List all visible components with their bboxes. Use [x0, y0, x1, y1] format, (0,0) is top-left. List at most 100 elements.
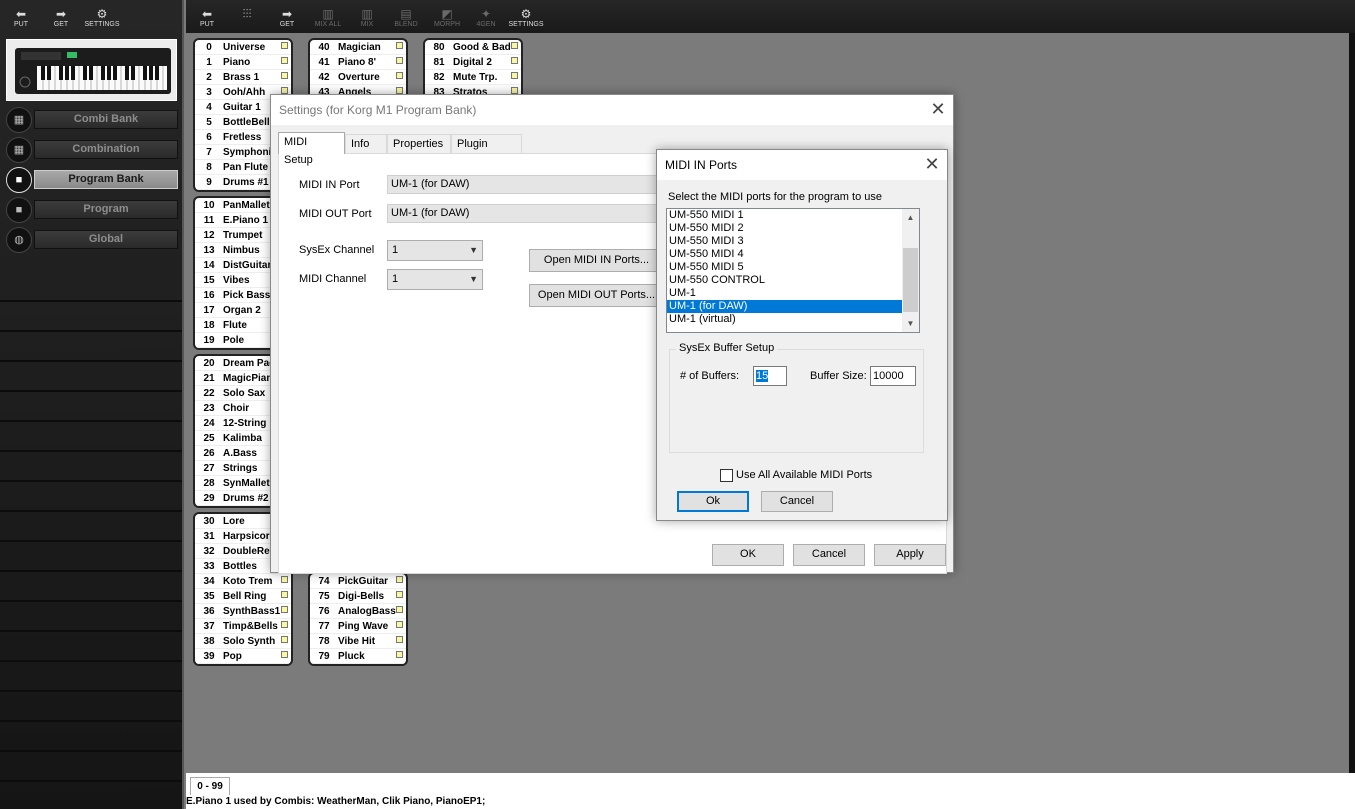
nav-label[interactable]: Global [34, 230, 178, 249]
edit-note-icon[interactable] [396, 57, 403, 64]
edit-note-icon[interactable] [396, 72, 403, 79]
nav-combi-bank[interactable]: ▦ Combi Bank [4, 106, 180, 133]
sysex-channel-select[interactable]: 1 ▼ [387, 240, 483, 261]
tab-info[interactable]: Info [345, 134, 387, 153]
port-list-item[interactable]: UM-1 [667, 287, 919, 300]
port-list-item[interactable]: UM-550 MIDI 2 [667, 222, 919, 235]
program-row[interactable]: 78 Vibe Hit [310, 634, 406, 649]
program-row[interactable]: 1 Piano [195, 55, 291, 70]
port-list-item[interactable]: UM-550 MIDI 1 [667, 209, 919, 222]
edit-note-icon[interactable] [511, 57, 518, 64]
edit-note-icon[interactable] [511, 87, 518, 94]
buffers-input[interactable]: 15 [753, 366, 787, 386]
midi-in-port-field[interactable]: UM-1 (for DAW) [387, 175, 677, 194]
program-row[interactable]: 36 SynthBass1 [195, 604, 291, 619]
mix-button[interactable]: ▥ MIX [352, 8, 382, 30]
program-row[interactable]: 81 Digital 2 [425, 55, 521, 70]
close-icon[interactable]: ✕ [917, 150, 947, 180]
edit-note-icon[interactable] [281, 651, 288, 658]
program-row[interactable]: 38 Solo Synth [195, 634, 291, 649]
edit-note-icon[interactable] [396, 636, 403, 643]
get-button[interactable]: ➡ GET [46, 8, 76, 30]
range-tab[interactable]: 0 - 99 [190, 777, 230, 795]
tab-plugin-setup[interactable]: Plugin Setup [451, 134, 522, 168]
program-row[interactable]: 37 Timp&Bells [195, 619, 291, 634]
program-row[interactable]: 74 PickGuitar [310, 574, 406, 589]
mix-settings-button[interactable]: ⫶⫶⫶ [230, 8, 264, 30]
cancel-button[interactable]: Cancel [761, 491, 833, 512]
morph-button[interactable]: ◩ MORPH [430, 8, 464, 30]
nav-label[interactable]: Combi Bank [34, 110, 178, 129]
program-row[interactable]: 34 Koto Trem [195, 574, 291, 589]
port-list-item[interactable]: UM-550 MIDI 5 [667, 261, 919, 274]
program-row[interactable]: 82 Mute Trp. [425, 70, 521, 85]
edit-note-icon[interactable] [281, 72, 288, 79]
edit-note-icon[interactable] [396, 606, 403, 613]
chevron-up-icon[interactable]: ▲ [902, 209, 919, 226]
program-row[interactable]: 42 Overture [310, 70, 406, 85]
buffer-size-input[interactable]: 10000 [870, 366, 916, 386]
midi-channel-select[interactable]: 1 ▼ [387, 269, 483, 290]
put-button[interactable]: ⬅ PUT [192, 8, 222, 30]
nav-global[interactable]: ◍ Global [4, 226, 180, 253]
settings-button[interactable]: ⚙ SETTINGS [84, 8, 120, 30]
edit-note-icon[interactable] [281, 87, 288, 94]
scrollbar[interactable]: ▲ ▼ [902, 209, 919, 332]
edit-note-icon[interactable] [281, 606, 288, 613]
program-row[interactable]: 41 Piano 8' [310, 55, 406, 70]
nav-program-bank[interactable]: ■ Program Bank [4, 166, 180, 193]
program-row[interactable]: 39 Pop [195, 649, 291, 664]
program-row[interactable]: 2 Brass 1 [195, 70, 291, 85]
ok-button[interactable]: OK [712, 544, 784, 566]
port-list-item[interactable]: UM-550 MIDI 4 [667, 248, 919, 261]
edit-note-icon[interactable] [396, 591, 403, 598]
nav-program[interactable]: ■ Program [4, 196, 180, 223]
program-row[interactable]: 76 AnalogBass [310, 604, 406, 619]
port-list-item[interactable]: UM-1 (virtual) [667, 313, 919, 326]
ports-listbox[interactable]: UM-550 MIDI 1 UM-550 MIDI 2 UM-550 MIDI 3U… [666, 208, 920, 333]
use-all-ports-checkbox[interactable] [720, 469, 733, 482]
edit-note-icon[interactable] [281, 57, 288, 64]
edit-note-icon[interactable] [396, 621, 403, 628]
program-row[interactable]: 75 Digi-Bells [310, 589, 406, 604]
chevron-down-icon[interactable]: ▼ [902, 315, 919, 332]
edit-note-icon[interactable] [281, 591, 288, 598]
edit-note-icon[interactable] [281, 42, 288, 49]
edit-note-icon[interactable] [281, 576, 288, 583]
ok-button[interactable]: Ok [677, 491, 749, 512]
nav-label[interactable]: Combination [34, 140, 178, 159]
edit-note-icon[interactable] [511, 42, 518, 49]
settings-button[interactable]: ⚙ SETTINGS [508, 8, 544, 30]
nav-label[interactable]: Program Bank [34, 170, 178, 189]
program-row[interactable]: 77 Ping Wave [310, 619, 406, 634]
tab-midi-setup[interactable]: MIDI Setup [278, 132, 345, 166]
tab-properties[interactable]: Properties [387, 134, 451, 153]
edit-note-icon[interactable] [281, 621, 288, 628]
port-list-item[interactable]: UM-550 CONTROL [667, 274, 919, 287]
program-row[interactable]: 35 Bell Ring [195, 589, 291, 604]
cancel-button[interactable]: Cancel [793, 544, 865, 566]
program-row[interactable]: 0 Universe [195, 40, 291, 55]
open-midi-in-ports-button[interactable]: Open MIDI IN Ports... [529, 249, 664, 272]
scroll-thumb[interactable] [903, 248, 918, 312]
port-list-item[interactable]: UM-1 (for DAW) [667, 300, 919, 313]
4gen-button[interactable]: ✦ 4GEN [471, 8, 501, 30]
get-button[interactable]: ➡ GET [272, 8, 302, 30]
nav-combination[interactable]: ▦ Combination [4, 136, 180, 163]
program-row[interactable]: 79 Pluck [310, 649, 406, 664]
close-icon[interactable]: ✕ [923, 95, 953, 125]
program-row[interactable]: 40 Magician [310, 40, 406, 55]
midi-out-port-field[interactable]: UM-1 (for DAW) [387, 204, 677, 223]
edit-note-icon[interactable] [281, 636, 288, 643]
open-midi-out-ports-button[interactable]: Open MIDI OUT Ports... [529, 284, 664, 307]
edit-note-icon[interactable] [396, 42, 403, 49]
edit-note-icon[interactable] [396, 576, 403, 583]
edit-note-icon[interactable] [511, 72, 518, 79]
nav-label[interactable]: Program [34, 200, 178, 219]
edit-note-icon[interactable] [396, 87, 403, 94]
apply-button[interactable]: Apply [874, 544, 946, 566]
blend-button[interactable]: ▤ BLEND [391, 8, 421, 30]
put-button[interactable]: ⬅ PUT [6, 8, 36, 30]
port-list-item[interactable]: UM-550 MIDI 3 [667, 235, 919, 248]
mix-all-button[interactable]: ▥ MIX ALL [310, 8, 346, 30]
